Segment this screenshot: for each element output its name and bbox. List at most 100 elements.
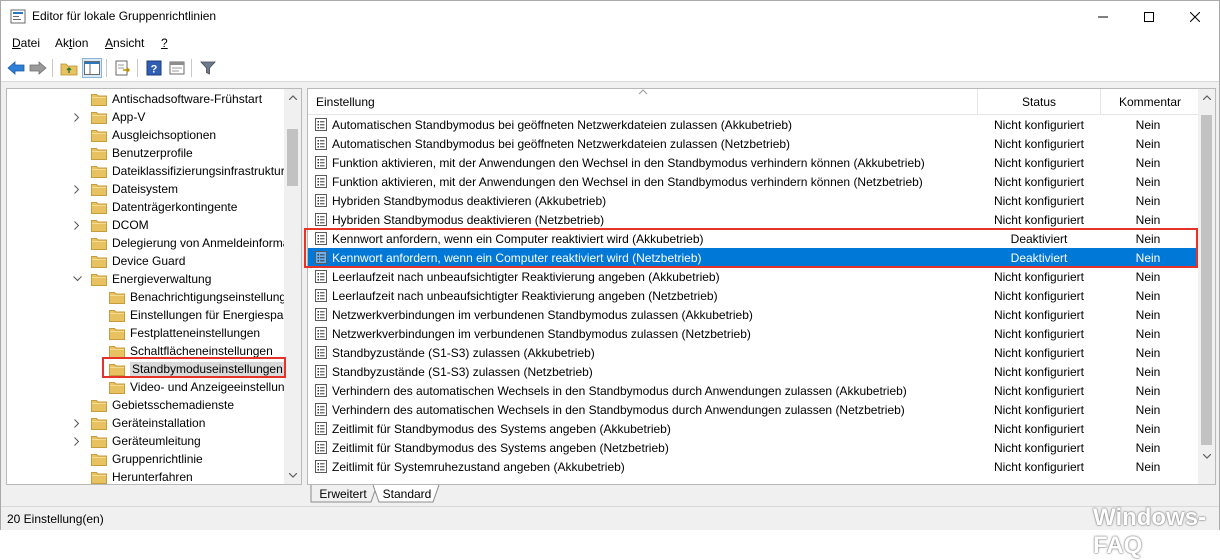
tree-scrollbar[interactable]	[284, 89, 301, 484]
tree-item[interactable]: Benachrichtigungseinstellung	[89, 288, 286, 306]
setting-comment: Nein	[1135, 441, 1161, 455]
tree-item[interactable]: Energieverwaltung	[71, 270, 211, 288]
setting-row[interactable]: Hybriden Standbymodus deaktivieren (Netz…	[308, 210, 1199, 229]
tree-item[interactable]: Antischadsoftware-Frühstart	[71, 90, 262, 108]
setting-row[interactable]: Verhindern des automatischen Wechsels in…	[308, 381, 1199, 400]
up-folder-button[interactable]	[59, 58, 79, 78]
setting-row[interactable]: Standbyzustände (S1-S3) zulassen (Akkube…	[308, 343, 1199, 362]
setting-comment: Nein	[1135, 270, 1161, 284]
tab-standard[interactable]: Standard	[379, 485, 435, 503]
column-header-comment[interactable]: Kommentar	[1101, 89, 1199, 115]
tree-item[interactable]: Dateisystem	[71, 180, 178, 198]
window-title: Editor für lokale Gruppenrichtlinien	[32, 9, 217, 23]
folder-icon	[91, 219, 107, 232]
setting-comment: Nein	[1135, 289, 1161, 303]
column-header-status[interactable]: Status	[978, 89, 1100, 115]
tree-item-label: Schaltflächeneinstellungen	[130, 344, 273, 358]
setting-row[interactable]: Leerlaufzeit nach unbeaufsichtigter Reak…	[308, 267, 1199, 286]
forward-button[interactable]	[28, 58, 48, 78]
show-hide-tree-button[interactable]	[82, 58, 102, 78]
setting-row[interactable]: Zeitlimit für Standbymodus des Systems a…	[308, 438, 1199, 457]
tree-item-label: Gebietsschemadienste	[112, 398, 235, 412]
tree-item[interactable]: Benutzerprofile	[71, 144, 193, 162]
tree-item[interactable]: Delegierung von Anmeldeinforma	[71, 234, 289, 252]
back-button[interactable]	[6, 58, 26, 78]
properties-button[interactable]	[167, 58, 187, 78]
tree-item[interactable]: Festplatteneinstellungen	[89, 324, 260, 342]
setting-row[interactable]: Leerlaufzeit nach unbeaufsichtigter Reak…	[308, 286, 1199, 305]
tab-erweitert[interactable]: Erweitert	[315, 485, 371, 503]
setting-row[interactable]: Netzwerkverbindungen im verbundenen Stan…	[308, 324, 1199, 343]
policy-setting-icon	[315, 118, 327, 131]
export-list-button[interactable]	[113, 58, 133, 78]
title-bar[interactable]: Editor für lokale Gruppenrichtlinien	[1, 1, 1219, 32]
setting-status: Nicht konfiguriert	[993, 384, 1085, 398]
chevron-down-icon[interactable]	[71, 270, 83, 288]
setting-row[interactable]: Verhindern des automatischen Wechsels in…	[308, 400, 1199, 419]
menu-ansicht[interactable]: Ansicht	[105, 36, 144, 50]
setting-row[interactable]: Automatischen Standbymodus bei geöffnete…	[308, 134, 1199, 153]
chevron-right-icon[interactable]	[71, 216, 83, 234]
tree-item[interactable]: Video- und Anzeigeeinstellung	[89, 378, 291, 396]
setting-row[interactable]: Netzwerkverbindungen im verbundenen Stan…	[308, 305, 1199, 324]
settings-list-pane[interactable]: Einstellung Status Kommentar Automatisch…	[307, 88, 1216, 485]
filter-button[interactable]	[198, 58, 218, 78]
tree-item[interactable]: Ausgleichsoptionen	[71, 126, 216, 144]
tree-item[interactable]: Geräteinstallation	[71, 414, 205, 432]
list-scroll-thumb[interactable]	[1201, 115, 1212, 445]
menu-help[interactable]: ?	[161, 36, 168, 50]
list-scrollbar[interactable]	[1198, 89, 1215, 465]
setting-name: Verhindern des automatischen Wechsels in…	[332, 384, 907, 398]
tree-item[interactable]: Gruppenrichtlinie	[71, 450, 203, 468]
tree-item[interactable]: Gebietsschemadienste	[71, 396, 234, 414]
menu-datei[interactable]: Datei	[12, 36, 40, 50]
menu-aktion[interactable]: Aktion	[55, 36, 88, 50]
setting-row[interactable]: Zeitlimit für Systemruhezustand angeben …	[308, 457, 1199, 476]
setting-row[interactable]: Hybriden Standbymodus deaktivieren (Akku…	[308, 191, 1199, 210]
setting-name: Netzwerkverbindungen im verbundenen Stan…	[332, 327, 751, 341]
chevron-right-icon[interactable]	[71, 108, 83, 126]
list-header: Einstellung Status Kommentar	[308, 89, 1199, 115]
setting-row[interactable]: Standbyzustände (S1-S3) zulassen (Netzbe…	[308, 362, 1199, 381]
setting-row[interactable]: Funktion aktivieren, mit der Anwendungen…	[308, 153, 1199, 172]
tree-scroll-down-button[interactable]	[284, 467, 301, 484]
column-header-setting[interactable]: Einstellung	[316, 89, 976, 115]
tree-item-label: Festplatteneinstellungen	[130, 326, 261, 340]
list-scroll-down-button[interactable]	[1198, 448, 1215, 465]
maximize-button[interactable]	[1126, 1, 1172, 32]
tree-item[interactable]: Dateiklassifizierungsinfrastruktur	[71, 162, 285, 180]
tree-scroll-up-button[interactable]	[284, 89, 301, 106]
tree-scroll-thumb[interactable]	[287, 129, 298, 186]
tree-item[interactable]: Geräteumleitung	[71, 432, 201, 450]
tree-item[interactable]: Device Guard	[71, 252, 185, 270]
menu-aktion-label: ion	[72, 36, 89, 50]
tree-item[interactable]: Einstellungen für Energiesparr	[89, 306, 291, 324]
help-button[interactable]: ?	[144, 58, 164, 78]
chevron-right-icon[interactable]	[71, 414, 83, 432]
close-button[interactable]	[1172, 1, 1218, 32]
setting-status: Nicht konfiguriert	[993, 441, 1085, 455]
tree-item[interactable]: Datenträgerkontingente	[71, 198, 237, 216]
setting-row[interactable]: Automatischen Standbymodus bei geöffnete…	[308, 115, 1199, 134]
list-scroll-up-button[interactable]	[1198, 89, 1215, 106]
tree-item-label: Delegierung von Anmeldeinforma	[112, 236, 290, 250]
policy-setting-icon	[315, 137, 327, 150]
folder-icon	[91, 453, 107, 466]
tree-item[interactable]: DCOM	[71, 216, 149, 234]
setting-row[interactable]: Funktion aktivieren, mit der Anwendungen…	[308, 172, 1199, 191]
chevron-right-icon[interactable]	[71, 180, 83, 198]
tree-item-label: Datenträgerkontingente	[112, 200, 238, 214]
tree-item[interactable]: Herunterfahren	[71, 468, 193, 484]
tree-item[interactable]: App-V	[71, 108, 145, 126]
maximize-icon	[1144, 11, 1154, 22]
chevron-right-icon[interactable]	[71, 432, 83, 450]
policy-setting-icon	[315, 308, 327, 321]
tree-pane[interactable]: Antischadsoftware-Frühstart App-V Ausgleic…	[6, 88, 302, 485]
setting-row[interactable]: Zeitlimit für Standbymodus des Systems a…	[308, 419, 1199, 438]
minimize-button[interactable]	[1080, 1, 1126, 32]
